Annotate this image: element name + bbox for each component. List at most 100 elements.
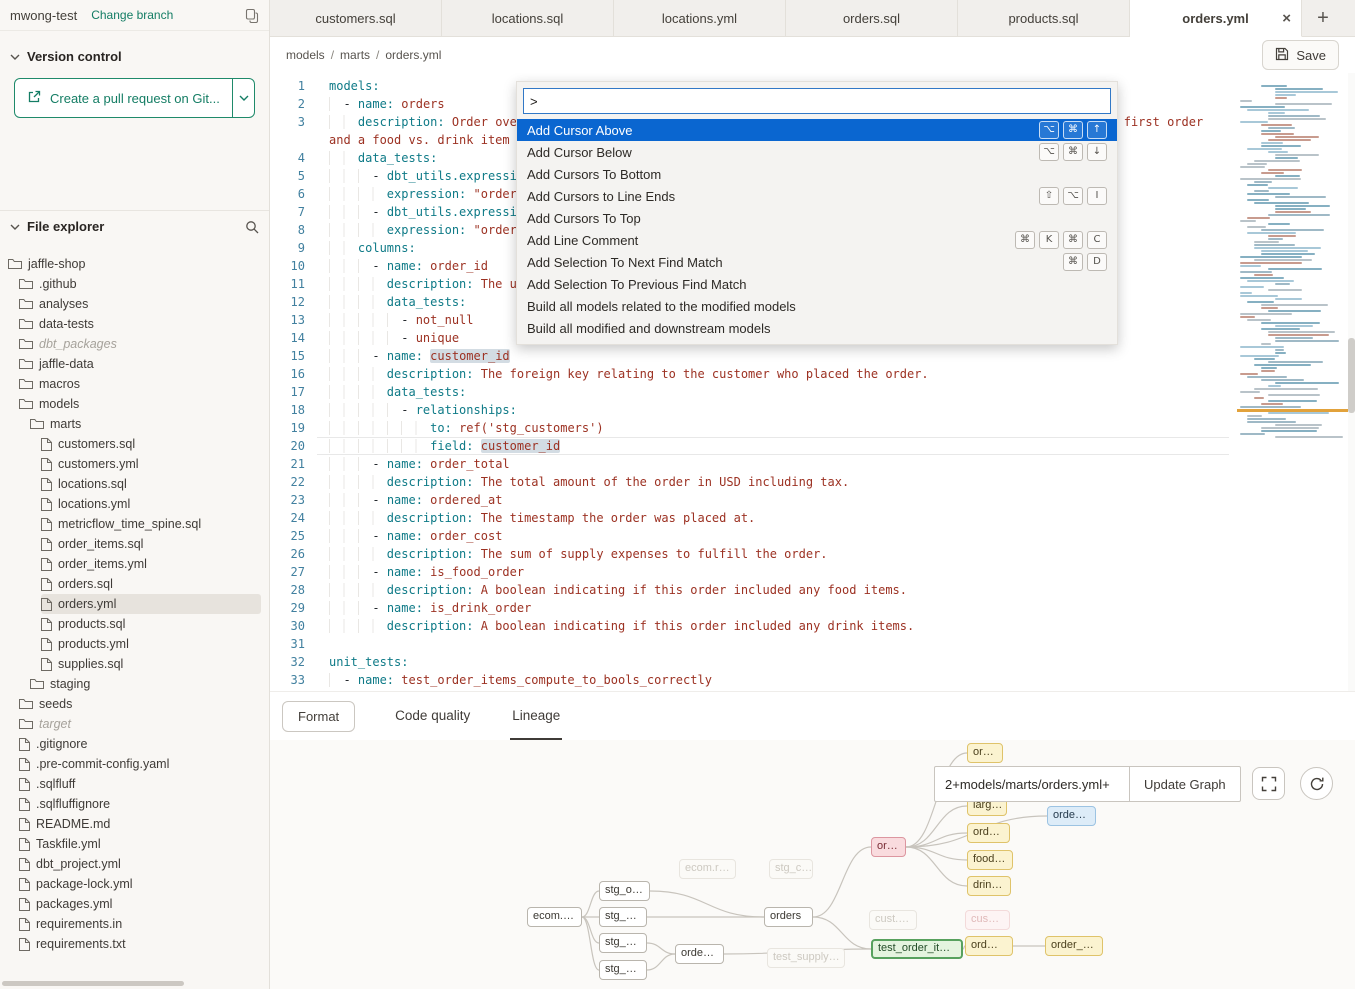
lineage-node-cuf[interactable]: cust.… — [869, 910, 917, 930]
tab-products.sql[interactable]: products.sql — [958, 0, 1130, 36]
version-control-header[interactable]: Version control — [0, 31, 269, 72]
breadcrumb-item[interactable]: models — [286, 48, 325, 62]
tree-item-Taskfile.yml[interactable]: Taskfile.yml — [19, 834, 261, 854]
palette-item[interactable]: Add Cursors To Bottom — [517, 163, 1117, 185]
tree-item-customers.sql[interactable]: customers.sql — [41, 434, 261, 454]
tree-item-label: .github — [39, 277, 77, 291]
tree-item-customers.yml[interactable]: customers.yml — [41, 454, 261, 474]
palette-item[interactable]: Add Cursor Below⌥⌘↓ — [517, 141, 1117, 163]
refresh-button[interactable] — [1300, 767, 1333, 800]
close-icon[interactable]: × — [1282, 10, 1291, 27]
tree-item-.sqlfluff[interactable]: .sqlfluff — [19, 774, 261, 794]
lineage-node-stc[interactable]: stg_c… — [769, 859, 813, 879]
tree-item-metricflow_time_spine.sql[interactable]: metricflow_time_spine.sql — [41, 514, 261, 534]
tree-item-.sqlfluffignore[interactable]: .sqlfluffignore — [19, 794, 261, 814]
lineage-node-st1[interactable]: stg_… — [599, 907, 647, 927]
tree-item-macros[interactable]: macros — [19, 374, 261, 394]
tree-item-.github[interactable]: .github — [19, 274, 261, 294]
lineage-filter-input[interactable] — [934, 766, 1130, 802]
palette-item[interactable]: Add Line Comment⌘K⌘C — [517, 229, 1117, 251]
tree-item-locations.sql[interactable]: locations.sql — [41, 474, 261, 494]
create-pr-button[interactable]: Create a pull request on Git... — [15, 79, 232, 117]
tree-item-orders.yml[interactable]: orders.yml — [41, 594, 261, 614]
tree-item-package-lock.yml[interactable]: package-lock.yml — [19, 874, 261, 894]
lineage-node-or2[interactable]: ord… — [965, 936, 1013, 956]
lineage-node-tsf[interactable]: test_supply… — [767, 948, 845, 968]
lineage-node-cpf[interactable]: cus… — [965, 910, 1010, 930]
editor-vertical-scrollbar[interactable] — [1348, 73, 1355, 691]
create-pr-dropdown-button[interactable] — [232, 79, 255, 117]
tree-item-jaffle-shop[interactable]: jaffle-shop — [8, 254, 261, 274]
tab-code-quality[interactable]: Code quality — [393, 692, 472, 740]
tree-item-packages.yml[interactable]: packages.yml — [19, 894, 261, 914]
tree-item-locations.yml[interactable]: locations.yml — [41, 494, 261, 514]
palette-item[interactable]: Add Selection To Next Find Match⌘D — [517, 251, 1117, 273]
lineage-node-dri[interactable]: drin… — [967, 876, 1011, 896]
file-explorer-header[interactable]: File explorer — [0, 211, 269, 242]
tree-item-README.md[interactable]: README.md — [19, 814, 261, 834]
minimap[interactable] — [1237, 73, 1348, 691]
lineage-node-opk[interactable]: or… — [871, 837, 906, 857]
palette-item[interactable]: Build all models related to the modified… — [517, 295, 1117, 317]
tree-item-.gitignore[interactable]: .gitignore — [19, 734, 261, 754]
new-tab-button[interactable]: + — [1302, 0, 1344, 36]
lineage-canvas[interactable]: or…larg…ord…food…drin…orde…or…ecom.r…stg… — [270, 740, 1355, 989]
tree-item-data-tests[interactable]: data-tests — [19, 314, 261, 334]
search-icon[interactable] — [245, 220, 259, 234]
tree-item-analyses[interactable]: analyses — [19, 294, 261, 314]
save-button[interactable]: Save — [1262, 40, 1339, 70]
tab-orders.yml[interactable]: orders.yml× — [1130, 0, 1302, 37]
tree-item-dbt_packages[interactable]: dbt_packages — [19, 334, 261, 354]
tree-item-requirements.in[interactable]: requirements.in — [19, 914, 261, 934]
palette-item[interactable]: Build all modified and downstream models — [517, 317, 1117, 339]
tree-item-target[interactable]: target — [19, 714, 261, 734]
lineage-node-foo[interactable]: food… — [967, 850, 1013, 870]
lineage-node-ord[interactable]: orders — [764, 907, 813, 927]
tree-item-products.yml[interactable]: products.yml — [41, 634, 261, 654]
breadcrumb-item[interactable]: orders.yml — [385, 48, 441, 62]
lineage-node-or1[interactable]: ord… — [967, 823, 1010, 843]
tree-item-products.sql[interactable]: products.sql — [41, 614, 261, 634]
scrollbar-thumb[interactable] — [1348, 338, 1355, 413]
lineage-node-st3[interactable]: stg_… — [599, 960, 647, 980]
tab-orders.sql[interactable]: orders.sql — [786, 0, 958, 36]
lineage-node-odw[interactable]: orde… — [675, 944, 724, 964]
fullscreen-button[interactable] — [1252, 767, 1285, 800]
tree-item-order_items.sql[interactable]: order_items.sql — [41, 534, 261, 554]
tree-item-requirements.txt[interactable]: requirements.txt — [19, 934, 261, 954]
lineage-node-st2[interactable]: stg_… — [599, 933, 647, 953]
tree-item-jaffle-data[interactable]: jaffle-data — [19, 354, 261, 374]
tree-item-supplies.sql[interactable]: supplies.sql — [41, 654, 261, 674]
tree-item-marts[interactable]: marts — [30, 414, 261, 434]
lineage-node-sto[interactable]: stg_o… — [599, 881, 650, 901]
change-branch-link[interactable]: Change branch — [91, 8, 173, 22]
tab-locations.yml[interactable]: locations.yml — [614, 0, 786, 36]
update-graph-button[interactable]: Update Graph — [1129, 766, 1241, 802]
lineage-node-eco[interactable]: ecom.… — [527, 907, 582, 927]
tree-item-order_items.yml[interactable]: order_items.yml — [41, 554, 261, 574]
tree-item-seeds[interactable]: seeds — [19, 694, 261, 714]
lineage-node-tgr[interactable]: test_order_it… — [871, 939, 963, 959]
code-editor[interactable]: 1models:2 - name: orders3 description: O… — [270, 73, 1355, 691]
lineage-node-obl[interactable]: orde… — [1047, 806, 1096, 826]
format-button[interactable]: Format — [282, 701, 355, 732]
sidebar-horizontal-scrollbar[interactable] — [2, 981, 184, 986]
tab-customers.sql[interactable]: customers.sql — [270, 0, 442, 36]
tree-item-.pre-commit-config.yaml[interactable]: .pre-commit-config.yaml — [19, 754, 261, 774]
tab-lineage[interactable]: Lineage — [510, 692, 562, 740]
command-palette-input[interactable] — [523, 88, 1111, 114]
breadcrumb-item[interactable]: marts — [340, 48, 370, 62]
tree-item-staging[interactable]: staging — [30, 674, 261, 694]
tree-item-models[interactable]: models — [19, 394, 261, 414]
lineage-node-orT[interactable]: or… — [967, 743, 1003, 763]
palette-item[interactable]: Add Selection To Previous Find Match — [517, 273, 1117, 295]
lineage-node-oro[interactable]: order_… — [1045, 936, 1103, 956]
copy-icon[interactable] — [245, 8, 259, 23]
palette-item[interactable]: Add Cursors to Line Ends⇧⌥I — [517, 185, 1117, 207]
palette-item[interactable]: Add Cursors To Top — [517, 207, 1117, 229]
tree-item-dbt_project.yml[interactable]: dbt_project.yml — [19, 854, 261, 874]
tab-locations.sql[interactable]: locations.sql — [442, 0, 614, 36]
tree-item-orders.sql[interactable]: orders.sql — [41, 574, 261, 594]
lineage-node-ecr[interactable]: ecom.r… — [679, 859, 736, 879]
palette-item[interactable]: Add Cursor Above⌥⌘↑ — [517, 119, 1117, 141]
